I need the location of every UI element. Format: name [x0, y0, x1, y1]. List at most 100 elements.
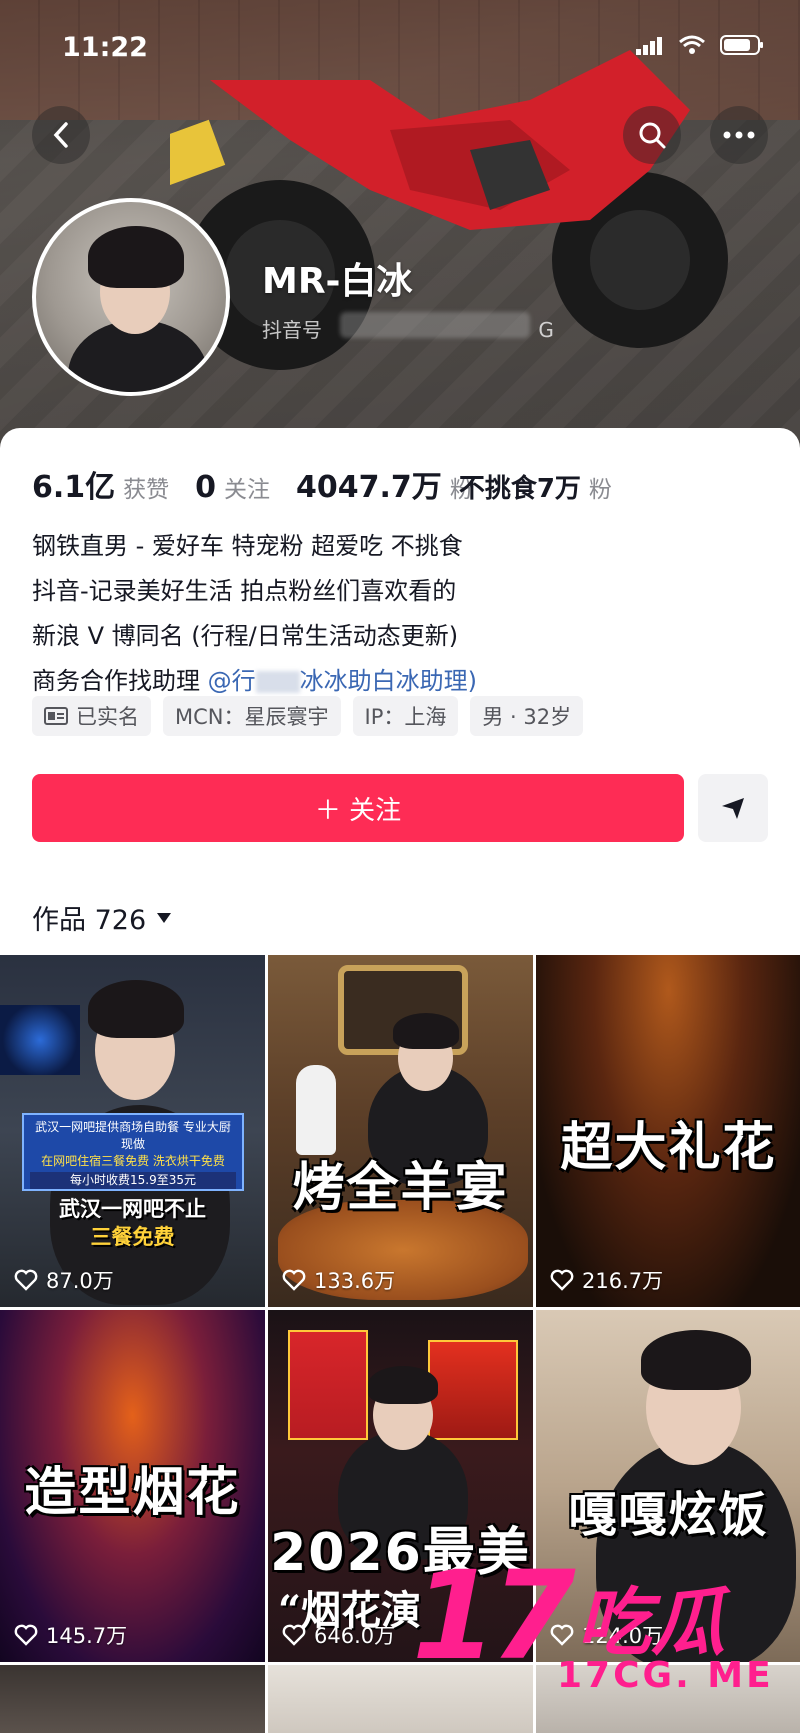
likes-count: 145.7万 [46, 1624, 128, 1648]
video-likes: 646.0万 [282, 1620, 395, 1650]
heart-icon [550, 1269, 574, 1291]
signal-icon [636, 37, 662, 55]
status-time: 11:22 [62, 32, 148, 63]
video-thumbnail [0, 1665, 265, 1733]
tag-label: IP：上海 [364, 705, 447, 729]
tab-works-label: 作品 726 [32, 905, 147, 936]
more-dots-icon [723, 131, 755, 139]
stat-value: 6.1亿 [32, 470, 116, 505]
heart-icon [282, 1624, 306, 1646]
news-line: 武汉一网吧提供商场自助餐 专业大厨现做 [35, 1120, 231, 1151]
stat-label: 获赞 [123, 477, 170, 503]
wifi-icon [679, 35, 705, 54]
chevron-left-icon [53, 122, 68, 148]
video-likes: 216.7万 [550, 1265, 663, 1295]
tag-label: 已实名 [76, 705, 139, 729]
bio-mention-start[interactable]: @行 [208, 667, 256, 695]
video-tile[interactable]: 武汉一网吧提供商场自助餐 专业大厨现做 在网吧住宿三餐免费 洗衣烘干免费 每小时… [0, 955, 265, 1307]
bio-mention-redacted [255, 671, 300, 693]
tag-label: MCN：星辰寰宇 [175, 705, 329, 729]
bio-line: 钢铁直男 - 爱好车 特宠粉 超爱吃 不挑食 [32, 532, 463, 560]
monitor-graphic [0, 1005, 80, 1075]
profile-stats: 6.1亿 获赞 0 关注 4047.7万 粉 不挑食7万 粉 [32, 462, 638, 506]
video-tile[interactable]: 造型烟花 145.7万 [0, 1310, 265, 1662]
profile-tags: 已实名 MCN：星辰寰宇 IP：上海 男 · 32岁 [32, 696, 584, 736]
stat-likes[interactable]: 6.1亿 获赞 [32, 462, 169, 506]
likes-count: 216.7万 [582, 1269, 664, 1293]
likes-count: 646.0万 [314, 1624, 396, 1648]
battery-icon [720, 35, 763, 55]
heart-icon [14, 1624, 38, 1646]
douyin-id-label: 抖音号 [262, 318, 322, 342]
status-bar: 11:22 [0, 28, 800, 68]
creator-hair [641, 1330, 751, 1390]
stat-label: 关注 [224, 477, 271, 503]
stat-value: 不挑食7万 [458, 474, 581, 504]
bio-line: 新浪 V 博同名 (行程/日常生活动态更新) [32, 622, 459, 650]
back-button[interactable] [32, 106, 90, 164]
video-tile[interactable] [0, 1665, 265, 1733]
video-caption: 嘎嘎炫饭 [568, 1487, 769, 1543]
profile-banner: 11:22 MR-白冰 抖音号 G [0, 0, 800, 460]
motorcycle-image [170, 50, 728, 370]
douyin-id-redacted [340, 312, 530, 338]
stat-value: 4047.7万 [296, 470, 442, 505]
video-caption: 超大礼花 [560, 1117, 777, 1178]
bio-mention-end[interactable]: 冰冰助白冰助理) [300, 667, 477, 695]
watermark-url: 17CG. ME [557, 1655, 774, 1696]
tag-ip: IP：上海 [352, 696, 459, 736]
follow-button[interactable]: ＋ 关注 [32, 774, 684, 842]
video-likes: 87.0万 [14, 1265, 114, 1295]
share-button[interactable] [698, 774, 768, 842]
video-subtitle: 武汉一网吧不止 三餐免费 [0, 1195, 265, 1251]
creator-hair [393, 1013, 459, 1049]
search-icon [639, 122, 666, 149]
more-button[interactable] [710, 106, 768, 164]
bio-line: 抖音-记录美好生活 拍点粉丝们喜欢看的 [32, 577, 457, 605]
stat-value: 0 [195, 470, 217, 505]
heart-icon [282, 1269, 306, 1291]
id-card-icon [44, 707, 68, 725]
site-watermark: 17 吃瓜 17CG. ME [412, 1555, 792, 1705]
video-tile[interactable]: 超大礼花 216.7万 [536, 955, 800, 1307]
video-caption: 烤全羊宴 [292, 1157, 509, 1218]
stat-following[interactable]: 0 关注 [195, 470, 270, 505]
video-caption: 造型烟花 [24, 1462, 241, 1523]
subtitle-line: 三餐免费 [90, 1225, 175, 1249]
douyin-id-partial: G [538, 318, 554, 342]
video-likes: 145.7万 [14, 1620, 127, 1650]
watermark-number: 17 [412, 1545, 576, 1687]
search-button[interactable] [623, 106, 681, 164]
profile-bio: 钢铁直男 - 爱好车 特宠粉 超爱吃 不挑食 抖音-记录美好生活 拍点粉丝们喜欢… [32, 524, 477, 704]
avatar[interactable] [32, 198, 230, 396]
tag-label: 男 · 32岁 [482, 705, 572, 729]
video-likes: 133.6万 [282, 1265, 395, 1295]
caret-down-icon [157, 912, 172, 923]
avatar-hair [88, 226, 184, 288]
likes-count: 87.0万 [46, 1269, 114, 1293]
creator-hair [88, 980, 184, 1038]
creator-hair [368, 1366, 438, 1404]
nickname: MR-白冰 [262, 261, 413, 302]
likes-count: 133.6万 [314, 1269, 396, 1293]
tab-works[interactable]: 作品 726 [32, 898, 172, 937]
news-line: 在网吧住宿三餐免费 洗衣烘干免费 [41, 1154, 225, 1168]
firework-box [428, 1340, 518, 1440]
tag-mcn[interactable]: MCN：星辰寰宇 [163, 696, 341, 736]
heart-icon [14, 1269, 38, 1291]
news-banner: 武汉一网吧提供商场自助餐 专业大厨现做 在网吧住宿三餐免费 洗衣烘干免费 每小时… [22, 1113, 244, 1191]
firework-box [288, 1330, 368, 1440]
watermark-text: 吃瓜 [577, 1580, 725, 1666]
stat-label: 粉 [588, 477, 612, 503]
tag-gender-age: 男 · 32岁 [470, 696, 584, 736]
robot-figure [296, 1065, 336, 1155]
stat-followers[interactable]: 4047.7万 粉 [296, 462, 473, 506]
bio-line-prefix: 商务合作找助理 [32, 667, 208, 695]
send-icon [722, 798, 744, 819]
video-tile[interactable]: 烤全羊宴 133.6万 [268, 955, 533, 1307]
news-line: 每小时收费15.9至35元 [30, 1172, 236, 1189]
follow-label: ＋ 关注 [314, 795, 402, 826]
tag-verified[interactable]: 已实名 [32, 696, 151, 736]
subtitle-line: 武汉一网吧不止 [59, 1197, 206, 1221]
stat-followers-overlay: 不挑食7万 粉 [459, 468, 612, 505]
